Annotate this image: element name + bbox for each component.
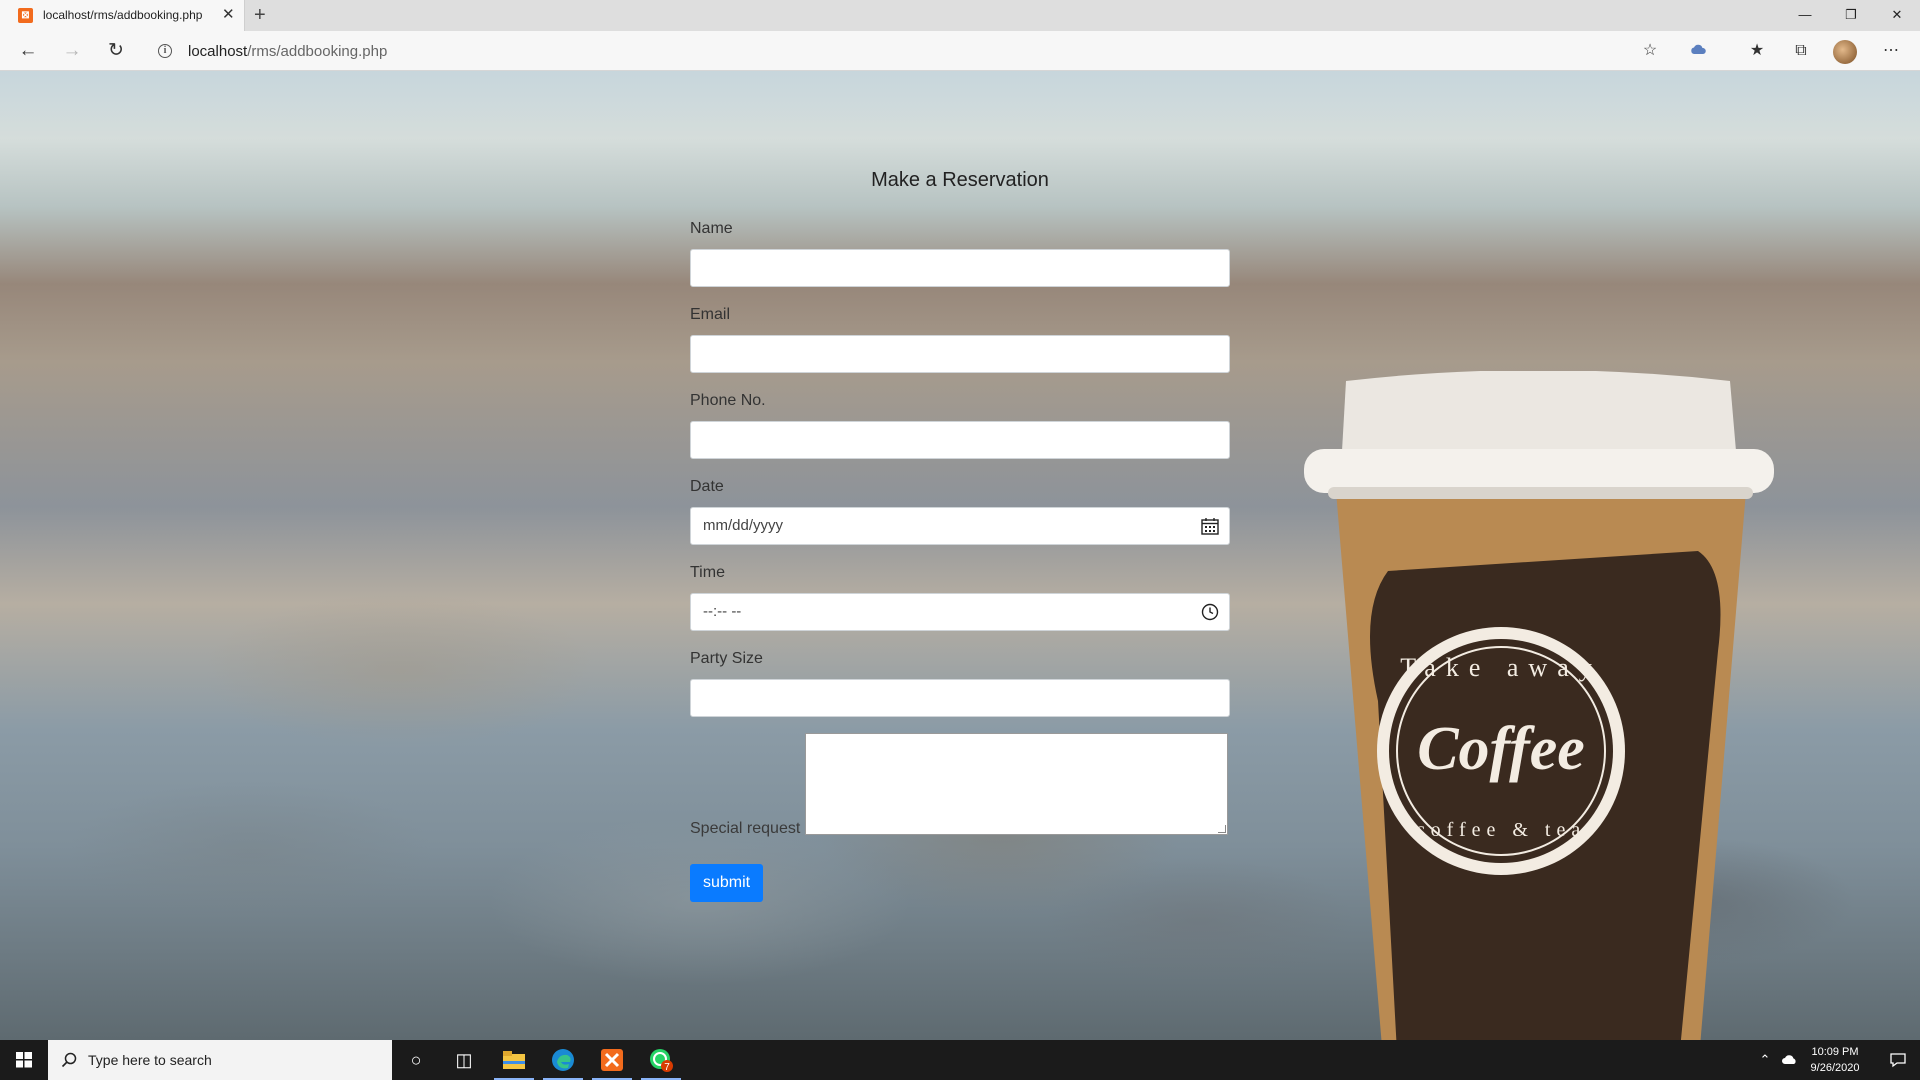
new-tab-button[interactable]: + <box>254 3 266 27</box>
cup-bottom-text: coffee & tea <box>1416 819 1586 841</box>
search-icon <box>61 1052 77 1068</box>
time-input[interactable]: --:-- -- <box>690 593 1230 631</box>
cup-top-text: Take away <box>1400 653 1602 682</box>
address-bar[interactable]: localhost/rms/addbooking.php <box>188 43 387 60</box>
submit-button[interactable]: submit <box>690 864 763 902</box>
notifications-icon[interactable] <box>1876 1040 1920 1080</box>
file-explorer-icon[interactable] <box>490 1040 538 1080</box>
system-clock[interactable]: 10:09 PM 9/26/2020 <box>1797 1044 1873 1076</box>
time-label: Time <box>690 564 725 581</box>
special-request-label: Special request <box>690 820 801 837</box>
party-size-label: Party Size <box>690 650 763 667</box>
xampp-icon[interactable] <box>588 1040 636 1080</box>
task-view-icon[interactable]: ◫ <box>440 1040 488 1080</box>
restore-icon[interactable]: ❐ <box>1828 0 1874 31</box>
xampp-favicon-icon: ⊠ <box>18 8 33 23</box>
reload-icon[interactable]: ↻ <box>101 36 131 66</box>
url-host: localhost <box>188 43 248 60</box>
cortana-icon[interactable]: ○ <box>392 1040 440 1080</box>
browser-tab[interactable]: ⊠ localhost/rms/addbooking.php ✕ <box>0 0 245 31</box>
url-path: /rms/addbooking.php <box>247 43 388 60</box>
tab-title: localhost/rms/addbooking.php <box>43 8 203 22</box>
clock-date: 9/26/2020 <box>1810 1062 1860 1074</box>
page-background: Take away Coffee coffee & tea Make a Res… <box>0 71 1920 1040</box>
cloud-extension-icon[interactable] <box>1685 39 1711 63</box>
phone-input[interactable] <box>690 421 1230 459</box>
name-label: Name <box>690 220 733 237</box>
clock-time: 10:09 PM <box>1811 1046 1859 1058</box>
resize-grip-icon[interactable] <box>1218 825 1226 833</box>
forward-arrow-icon[interactable]: → <box>57 36 87 66</box>
minimize-icon[interactable]: — <box>1782 0 1828 31</box>
windows-logo-icon <box>16 1052 32 1068</box>
form-title: Make a Reservation <box>871 169 1049 191</box>
search-placeholder: Type here to search <box>88 1052 212 1068</box>
browser-toolbar: ← → ↻ i localhost/rms/addbooking.php ☆ ★… <box>0 31 1920 71</box>
date-placeholder: mm/dd/yyyy <box>703 517 784 534</box>
profile-avatar[interactable] <box>1833 40 1857 64</box>
special-request-textarea[interactable] <box>805 733 1228 835</box>
cup-brand-text: Coffee <box>1417 715 1585 783</box>
clock-icon[interactable] <box>1201 603 1219 621</box>
windows-taskbar: Type here to search ○ ◫ 7 ⌃ 10:09 PM 9/2… <box>0 1040 1920 1080</box>
more-menu-icon[interactable]: ⋯ <box>1878 39 1904 63</box>
browser-tab-bar: ⊠ localhost/rms/addbooking.php ✕ + — ❐ ✕ <box>0 0 1920 31</box>
favorites-list-icon[interactable]: ★ <box>1744 39 1770 63</box>
email-input[interactable] <box>690 335 1230 373</box>
tray-chevron-icon[interactable]: ⌃ <box>1754 1040 1776 1080</box>
window-controls: — ❐ ✕ <box>1782 0 1920 31</box>
name-input[interactable] <box>690 249 1230 287</box>
taskbar-search-box[interactable]: Type here to search <box>48 1040 392 1080</box>
back-arrow-icon[interactable]: ← <box>13 36 43 66</box>
edge-browser-icon[interactable] <box>539 1040 587 1080</box>
party-size-input[interactable] <box>690 679 1230 717</box>
collections-icon[interactable]: ⧉ <box>1788 39 1814 63</box>
window-close-icon[interactable]: ✕ <box>1874 0 1920 31</box>
email-label: Email <box>690 306 731 323</box>
coffee-cup-image: Take away Coffee coffee & tea <box>1304 371 1774 1040</box>
date-label: Date <box>690 478 724 495</box>
site-info-icon[interactable]: i <box>158 44 172 58</box>
date-input[interactable]: mm/dd/yyyy <box>690 507 1230 545</box>
notification-badge: 7 <box>664 1062 670 1073</box>
calendar-icon[interactable] <box>1201 517 1219 535</box>
tab-close-icon[interactable]: ✕ <box>222 6 235 24</box>
start-button[interactable] <box>0 1040 48 1080</box>
favorite-star-icon[interactable]: ☆ <box>1637 39 1663 63</box>
time-placeholder: --:-- -- <box>703 603 742 620</box>
whatsapp-icon[interactable]: 7 <box>637 1040 685 1080</box>
phone-label: Phone No. <box>690 392 766 409</box>
